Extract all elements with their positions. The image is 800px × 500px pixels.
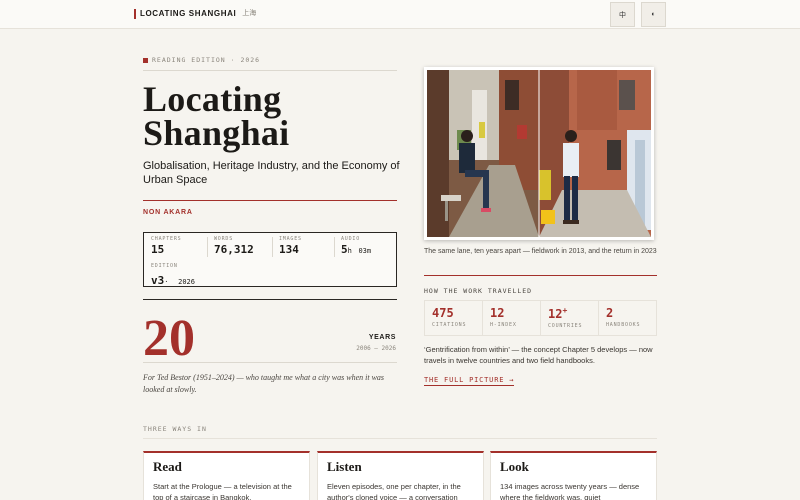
- travelled-heading: HOW THE WORK TRAVELLED: [424, 287, 533, 295]
- stat-label: CHAPTERS: [151, 236, 182, 242]
- years-label: YEARS: [368, 334, 396, 341]
- card-title: Look: [500, 459, 529, 474]
- metric-divider: [482, 301, 483, 335]
- edition-separator: ·: [164, 278, 169, 286]
- travelled-divider: [424, 275, 657, 276]
- eyebrow-square-icon: [143, 57, 148, 63]
- card-read[interactable]: Read Start at the Prologue — a televisio…: [143, 451, 310, 500]
- metric-handbooks: 2 HANDBOOKS: [606, 306, 640, 328]
- metric-divider: [540, 301, 541, 335]
- metric-label: CITATIONS: [432, 322, 467, 328]
- metric-value: 12+: [548, 306, 582, 321]
- stat-images: IMAGES 134: [279, 236, 302, 256]
- language-icon: 中: [619, 11, 626, 19]
- card-text: 134 images across twenty years — dense w…: [500, 482, 640, 500]
- years-block: YEARS 2006 — 2026: [356, 334, 396, 352]
- stat-label: IMAGES: [279, 236, 302, 242]
- stat-chapters: CHAPTERS 15: [151, 236, 181, 256]
- card-text: Start at the Prologue — a television at …: [153, 482, 292, 500]
- stat-divider: [334, 237, 335, 257]
- stat-value: 76,312: [214, 243, 254, 256]
- edition-eyebrow: READING EDITION · 2026: [143, 56, 260, 64]
- audio-minutes: 03: [358, 247, 367, 255]
- stat-divider: [272, 237, 273, 257]
- three-ways-heading: THREE WAYS IN: [143, 425, 207, 433]
- edition-year: 2026: [178, 278, 195, 286]
- language-toggle-button[interactable]: 中: [610, 2, 635, 27]
- three-ways-divider: [143, 438, 657, 439]
- card-title: Read: [153, 459, 182, 474]
- contrast-icon: ◐: [651, 11, 656, 18]
- fieldwork-photo-image: [427, 70, 651, 237]
- eyebrow-text: READING EDITION · 2026: [152, 56, 261, 64]
- stat-value: 5h 03m: [341, 243, 371, 256]
- theme-toggle-button[interactable]: ◐: [641, 2, 666, 27]
- stats-panel: CHAPTERS 15 WORDS 76,312 IMAGES 134 AUDI…: [143, 232, 397, 287]
- metric-suffix: +: [562, 306, 568, 315]
- stat-value: 134: [279, 243, 299, 256]
- brand-title: LOCATING SHANGHAI: [140, 9, 237, 18]
- metric-h-index: 12 H-INDEX: [490, 306, 517, 328]
- card-text: Eleven episodes, one per chapter, in the…: [327, 482, 461, 500]
- author-divider: [143, 200, 397, 201]
- site-brand[interactable]: LOCATING SHANGHAI 上海: [134, 9, 256, 19]
- stat-audio: AUDIO 5h 03m: [341, 236, 371, 256]
- card-look[interactable]: Look 134 images across twenty years — de…: [490, 451, 657, 500]
- stat-value: 15: [151, 243, 165, 256]
- stat-label: EDITION: [151, 263, 178, 269]
- metric-number: 12: [548, 307, 563, 321]
- metric-label: H-INDEX: [490, 322, 517, 328]
- dedication-divider: [143, 362, 397, 363]
- stat-label: WORDS: [214, 236, 234, 242]
- metric-countries: 12+ COUNTRIES: [548, 306, 582, 329]
- page-subtitle: Globalisation, Heritage Industry, and th…: [143, 160, 400, 186]
- audio-hours-unit: h: [347, 247, 352, 255]
- card-listen[interactable]: Listen Eleven episodes, one per chapter,…: [317, 451, 484, 500]
- audio-minutes-unit: m: [366, 247, 372, 255]
- dedication-text: For Ted Bestor (1951–2024) — who taught …: [143, 373, 385, 394]
- metric-citations: 475 CITATIONS: [432, 306, 466, 328]
- metric-label: HANDBOOKS: [606, 322, 641, 328]
- years-number: 20: [143, 310, 195, 367]
- page-title: Locating Shanghai: [143, 79, 290, 153]
- stat-label: AUDIO: [341, 236, 361, 242]
- metrics-panel: 475 CITATIONS 12 H-INDEX 12+ COUNTRIES 2…: [424, 300, 657, 336]
- full-picture-link[interactable]: THE FULL PICTURE →: [424, 376, 515, 386]
- years-range: 2006 — 2026: [356, 345, 396, 352]
- travelled-quote: ‘Gentrification from within’ — the conce…: [424, 345, 653, 365]
- stat-edition: EDITION v3· 2026: [151, 263, 195, 288]
- stat-words: WORDS 76,312: [214, 236, 254, 256]
- metric-divider: [598, 301, 599, 335]
- metric-value: 475: [432, 306, 454, 320]
- edition-version: v3: [151, 274, 165, 287]
- title-line: Locating: [143, 79, 282, 119]
- fieldwork-photo[interactable]: [424, 67, 654, 240]
- divider: [143, 70, 397, 71]
- metric-value: 12: [490, 306, 505, 320]
- stat-divider: [207, 237, 208, 257]
- author-name[interactable]: NON AKARA: [143, 209, 193, 216]
- card-title: Listen: [327, 459, 362, 474]
- audio-hours: 5: [341, 243, 348, 256]
- top-bar: LOCATING SHANGHAI 上海 中 ◐: [0, 0, 800, 29]
- photo-caption: The same lane, ten years apart — fieldwo…: [424, 248, 657, 255]
- brand-chinese: 上海: [242, 10, 257, 17]
- metric-label: COUNTRIES: [548, 323, 583, 329]
- years-divider: [143, 299, 397, 300]
- title-line: Shanghai: [143, 113, 290, 153]
- metric-value: 2: [606, 306, 614, 320]
